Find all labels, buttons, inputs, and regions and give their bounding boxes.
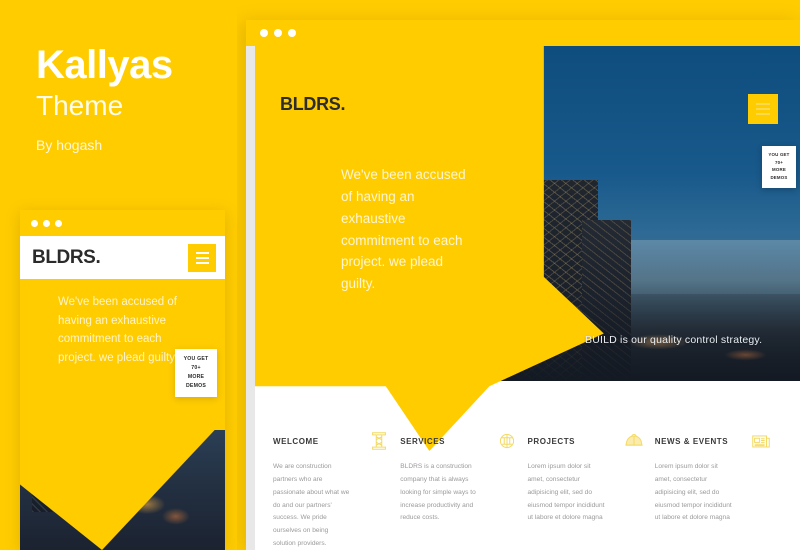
badge-line-4: DEMOS (770, 175, 788, 181)
pillar-icon (372, 432, 387, 450)
page-subtitle: Theme (36, 90, 124, 121)
mobile-preview-card[interactable]: BLDRS. We've been accused of having an e… (20, 210, 225, 550)
browser-window-preview[interactable]: BLDRS. We've been accused of having an e… (246, 20, 800, 550)
mobile-site-header: BLDRS. (20, 236, 225, 279)
features-row: WELCOME We are construction partners who… (255, 430, 800, 550)
window-dot-close-icon[interactable] (31, 219, 38, 227)
feature-title: PROJECTS (527, 437, 576, 446)
feature-body: BLDRS is a construction company that is … (400, 463, 476, 522)
badge-line-4: DEMOS (185, 382, 207, 389)
helmet-icon (625, 433, 643, 446)
badge-line-2: 70+ (191, 364, 201, 371)
feature-title: NEWS & EVENTS (654, 437, 729, 446)
feature-header: WELCOME (273, 430, 390, 452)
badge-line-2: 70+ (774, 159, 784, 165)
feature-body: We are construction partners who are pas… (273, 463, 350, 548)
feature-card-welcome[interactable]: WELCOME We are construction partners who… (273, 430, 400, 550)
hero-headline: We've been accused of having an exhausti… (341, 167, 466, 292)
hamburger-icon[interactable] (748, 94, 778, 124)
mobile-browser-chrome (20, 210, 225, 236)
feature-body: Lorem ipsum dolor sit amet, consectetur … (654, 463, 732, 522)
newspaper-icon (752, 435, 770, 448)
hamburger-icon[interactable] (188, 243, 216, 272)
badge-line-3: MORE (772, 167, 786, 173)
crane-icon (499, 433, 514, 449)
feature-header: PROJECTS (528, 430, 645, 452)
author-label: By hogash (36, 137, 103, 154)
promo-panel: Kallyas Theme By hogash BLDRS. We've bee… (0, 0, 237, 550)
brand-block: Kallyas Theme By hogash (36, 44, 236, 153)
window-dot-minimize-icon[interactable] (274, 29, 282, 37)
badge-line-3: MORE (187, 373, 205, 380)
window-dot-maximize-icon[interactable] (288, 29, 296, 37)
feature-title: WELCOME (273, 437, 319, 446)
mobile-site-logo[interactable]: BLDRS. (32, 247, 101, 269)
feature-header: NEWS & EVENTS (655, 430, 772, 452)
feature-card-news-events[interactable]: NEWS & EVENTS Lorem ipsum dolor sit amet… (655, 430, 782, 550)
mobile-hero-section: We've been accused of having an exhausti… (20, 279, 225, 550)
window-dot-minimize-icon[interactable] (43, 219, 50, 227)
site-logo[interactable]: BLDRS. (280, 94, 346, 115)
feature-card-services[interactable]: SERVICES BLDRS is a construction company… (400, 430, 527, 550)
page-title: Kallyas (36, 43, 173, 87)
feature-body: Lorem ipsum dolor sit amet, consectetur … (527, 463, 605, 522)
more-demos-badge[interactable]: YOU GET 70+ MORE DEMOS (762, 146, 796, 188)
feature-title: SERVICES (400, 437, 445, 446)
feature-header: SERVICES (400, 430, 517, 452)
feature-card-projects[interactable]: PROJECTS Lorem ipsum dolor sit amet, con… (528, 430, 655, 550)
badge-line-1: YOU GET (183, 356, 209, 362)
badge-line-1: YOU GET (768, 152, 790, 157)
browser-chrome-bar (246, 20, 800, 46)
browser-viewport: BLDRS. We've been accused of having an e… (246, 46, 800, 550)
hero-tagline: BUILD is our quality control strategy. (585, 334, 763, 346)
window-dot-close-icon[interactable] (260, 29, 268, 37)
more-demos-badge[interactable]: YOU GET 70+ MORE DEMOS (175, 349, 217, 398)
window-dot-maximize-icon[interactable] (55, 219, 62, 227)
